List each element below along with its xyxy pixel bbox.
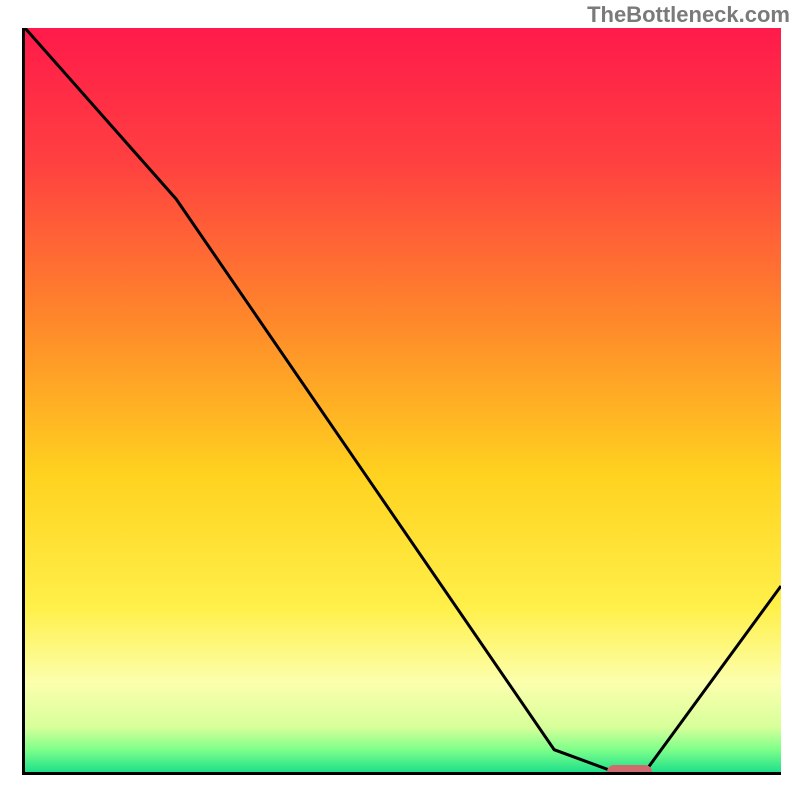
bottleneck-curve (25, 28, 781, 772)
watermark-label: TheBottleneck.com (587, 2, 790, 28)
plot-area (22, 28, 781, 775)
optimal-range-marker (607, 765, 652, 775)
chart-container: TheBottleneck.com (0, 0, 800, 800)
